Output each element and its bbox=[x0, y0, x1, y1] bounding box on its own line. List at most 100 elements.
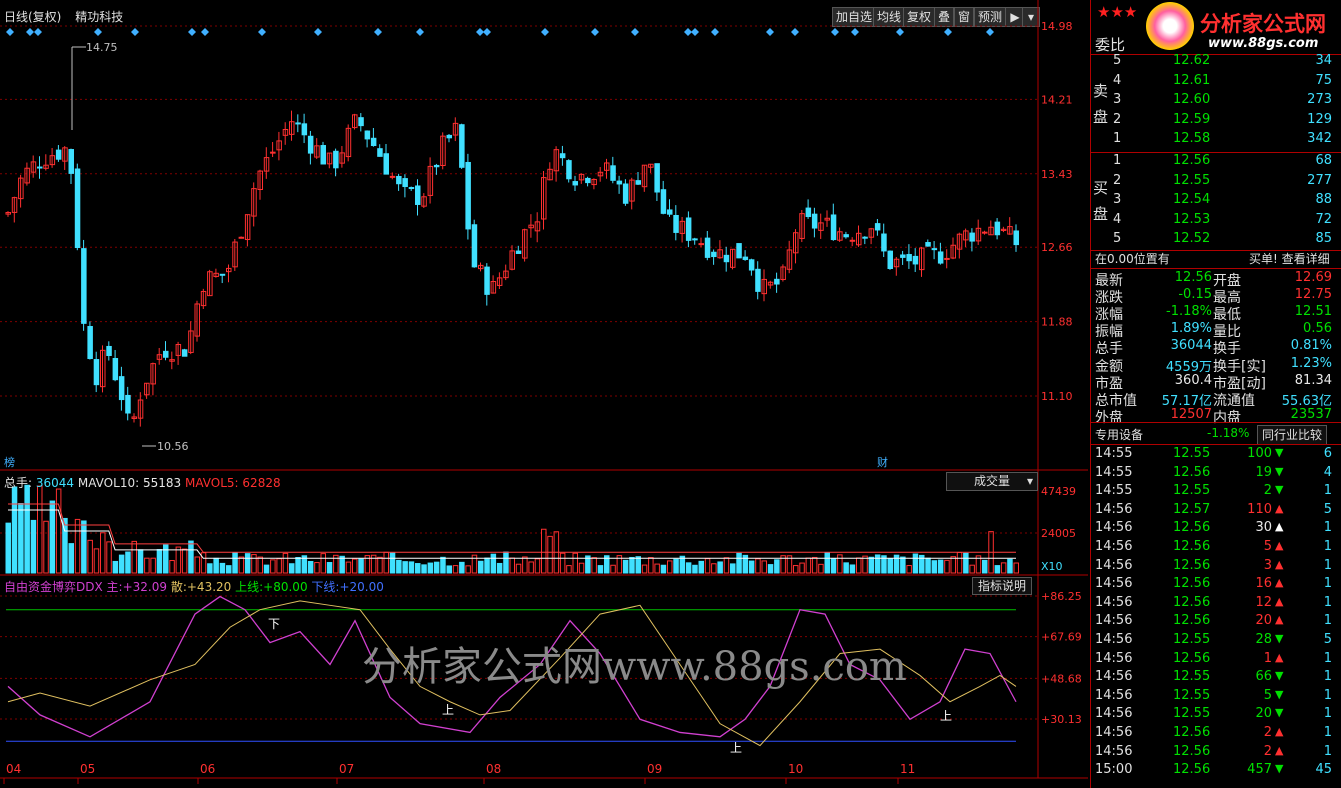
candle-body bbox=[471, 224, 478, 268]
tick-volume: 1 bbox=[1263, 650, 1272, 666]
quote-value: 12.69 bbox=[1294, 270, 1332, 285]
buy-level-row[interactable]: 2 12.55 277 bbox=[1091, 173, 1341, 191]
sell-level-row[interactable]: 1 12.58 342 bbox=[1091, 131, 1341, 149]
tick-time: 14:56 bbox=[1095, 669, 1133, 685]
indicator-select[interactable]: 成交量 ▾ bbox=[946, 472, 1038, 491]
volume-bar bbox=[137, 549, 144, 574]
tick-time: 14:56 bbox=[1095, 725, 1133, 740]
month-label: 05 bbox=[80, 762, 95, 776]
tick-count: 5 bbox=[1323, 632, 1332, 647]
volume-bar bbox=[566, 565, 572, 574]
sell-level-row[interactable]: 3 12.60 273 bbox=[1091, 92, 1341, 110]
level-price: 12.55 bbox=[1173, 172, 1211, 188]
level-number: 3 bbox=[1113, 92, 1122, 107]
buy-level-row[interactable]: 3 12.54 88 bbox=[1091, 192, 1341, 210]
volume-bar bbox=[767, 564, 774, 574]
tick-volume: 28 bbox=[1255, 632, 1272, 647]
industry-compare-button[interactable]: 同行业比较 bbox=[1257, 425, 1328, 445]
volume-bar bbox=[263, 564, 270, 574]
arrow-down-icon: ▼ bbox=[1275, 632, 1284, 645]
view-detail-link[interactable]: 买单! 查看详细 bbox=[1249, 250, 1330, 267]
candle-body bbox=[830, 214, 837, 241]
tick-count: 4 bbox=[1323, 464, 1332, 480]
buy-level-row[interactable]: 5 12.52 85 bbox=[1091, 231, 1341, 249]
tick-volume: 2 bbox=[1263, 483, 1272, 499]
quote-row: 最新 12.56 开盘 12.69 bbox=[1091, 270, 1341, 289]
quote-label: 内盘 bbox=[1213, 409, 1241, 426]
level-number: 5 bbox=[1113, 53, 1122, 68]
buy-level-row[interactable]: 1 12.56 68 bbox=[1091, 153, 1341, 171]
volume-bar bbox=[818, 563, 824, 574]
tick-count: 1 bbox=[1323, 706, 1332, 722]
volume-bar bbox=[522, 556, 528, 574]
tick-time: 14:56 bbox=[1095, 539, 1133, 554]
event-diamond-icon bbox=[201, 28, 209, 36]
level-price: 12.62 bbox=[1173, 53, 1211, 68]
tick-time: 14:56 bbox=[1095, 594, 1133, 610]
price-axis-label: 14.21 bbox=[1041, 93, 1073, 106]
tick-price: 12.55 bbox=[1173, 706, 1211, 722]
volume-bar bbox=[541, 528, 547, 574]
volume-bar bbox=[912, 553, 919, 574]
tick-time: 14:56 bbox=[1095, 706, 1133, 722]
level-price: 12.58 bbox=[1173, 131, 1211, 146]
rating-stars: ★★★ bbox=[1097, 3, 1138, 21]
tick-time: 14:56 bbox=[1095, 687, 1133, 703]
quote-value: 0.56 bbox=[1303, 321, 1332, 337]
tick-count: 6 bbox=[1323, 446, 1332, 461]
candle-body bbox=[982, 231, 988, 234]
quote-value: 12507 bbox=[1170, 406, 1212, 422]
sell-level-row[interactable]: 5 12.62 34 bbox=[1091, 53, 1341, 71]
mavol5-line bbox=[8, 503, 1016, 553]
sell-level-row[interactable]: 4 12.61 75 bbox=[1091, 73, 1341, 91]
volume-bar bbox=[452, 565, 459, 574]
level-price: 12.53 bbox=[1173, 211, 1211, 227]
quote-row: 市盈 360.4 市盈[动] 81.34 bbox=[1091, 372, 1341, 392]
arrow-down-icon: ▼ bbox=[1275, 464, 1284, 478]
tick-count: 1 bbox=[1323, 520, 1332, 536]
volume-bar bbox=[295, 556, 301, 574]
position-info[interactable]: 在0.00位置有 买单! 查看详细 bbox=[1091, 250, 1341, 268]
volume-bar bbox=[131, 540, 137, 574]
month-label: 10 bbox=[788, 762, 803, 776]
candle-body bbox=[585, 177, 591, 184]
month-label: 09 bbox=[647, 762, 662, 776]
tick-count: 1 bbox=[1323, 650, 1332, 666]
mavol5-label: MAVOL5: bbox=[184, 476, 239, 490]
tick-volume: 20 bbox=[1255, 706, 1272, 722]
chart-area[interactable]: 日线(复权) 精功科技 加自选 均线 复权 叠 窗 预测 ▶ ▾ 14.98 14… bbox=[0, 0, 1090, 788]
volume-bar bbox=[93, 548, 100, 574]
ddx-axis-label: +30.13 bbox=[1041, 713, 1082, 726]
ddx-axis-label: +67.69 bbox=[1041, 631, 1082, 644]
tick-time: 14:56 bbox=[1095, 501, 1133, 517]
volume-bar bbox=[830, 558, 837, 574]
tick-price: 12.55 bbox=[1173, 632, 1211, 647]
tick-time: 14:56 bbox=[1095, 743, 1133, 759]
volume-bar bbox=[251, 554, 257, 574]
volume-bar bbox=[427, 562, 434, 574]
volume-bar bbox=[660, 564, 667, 574]
level-number: 5 bbox=[1113, 231, 1122, 246]
level-number: 4 bbox=[1113, 211, 1122, 227]
buy-level-row[interactable]: 4 12.53 72 bbox=[1091, 212, 1341, 230]
tick-volume: 30 bbox=[1255, 520, 1272, 536]
candle-body bbox=[811, 213, 818, 229]
arrow-down-icon: ▼ bbox=[1275, 762, 1284, 776]
ddx-signal-mark: 上 bbox=[442, 703, 454, 717]
ddx-lower-value: +20.00 bbox=[339, 580, 384, 594]
sell-level-row[interactable]: 2 12.59 129 bbox=[1091, 112, 1341, 130]
indicator-help-button[interactable]: 指标说明 bbox=[972, 577, 1033, 595]
candle-body bbox=[849, 239, 856, 242]
tick-row: 14:55 12.55 2 ▼ 1 bbox=[1091, 483, 1341, 501]
event-diamond-icon bbox=[541, 28, 549, 36]
tick-row: 14:56 12.56 20 ▲ 1 bbox=[1091, 613, 1341, 631]
volume-bar bbox=[213, 557, 219, 574]
total-volume-label: 总手: bbox=[4, 476, 33, 490]
quote-value: 81.34 bbox=[1294, 372, 1332, 388]
arrow-up-icon: ▲ bbox=[1275, 539, 1284, 552]
indicator-select-value: 成交量 bbox=[973, 474, 1010, 488]
volume-bar bbox=[106, 541, 112, 574]
candle-body bbox=[874, 223, 881, 231]
candle-body bbox=[660, 189, 667, 214]
order-ratio-label: 委比 bbox=[1095, 36, 1126, 54]
